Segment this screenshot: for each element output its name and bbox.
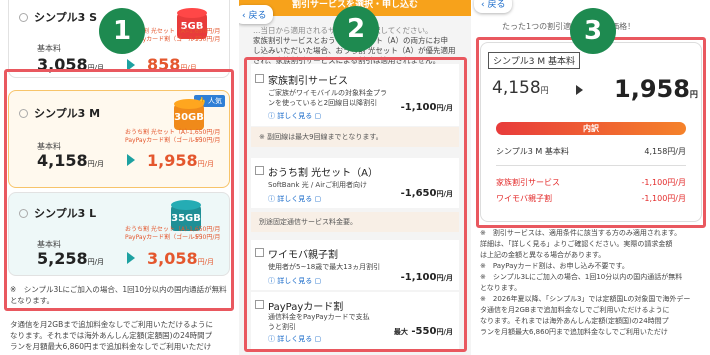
footnote: タ通信を月2GBまで追加料金なしでご利用いただけるように なります。それまでは海外…	[10, 320, 214, 351]
price-after: 1,958円	[614, 75, 698, 103]
info-note: ※ 副回線は最大9回線までとなります。	[251, 127, 459, 147]
checkbox[interactable]	[255, 74, 264, 83]
plan-card-m[interactable]: 👍 人気 シンプル3 M 30GB おうち割 光セット（A）PayPayカード割…	[8, 90, 230, 188]
plan-card-l[interactable]: シンプル3 L 35GB おうち割 光セット（A） PayPayカード割（ゴールド…	[8, 192, 230, 276]
details-link[interactable]: ⓘ 詳しく見る ▢	[268, 111, 321, 121]
checkbox[interactable]	[255, 300, 264, 309]
back-button[interactable]: ‹ 戻る	[474, 0, 513, 13]
data-capacity-icon: 30GB	[174, 104, 204, 130]
plan-name: シンプル3 S	[19, 9, 97, 25]
breakdown-row: シンプル3 M 基本料 4,158円/月	[496, 147, 686, 156]
arrow-right-icon	[127, 252, 135, 264]
step-badge-2: 2	[333, 6, 379, 52]
discount-service-panel: 割引サービスを選択・申し込む ‹ 戻る …当日から適用されるサービスを選択してく…	[239, 0, 471, 355]
footnote: ※ シンプル3Lにご加入の場合、1回10分以内の国内通話が無料 となります。	[10, 285, 227, 305]
arrow-right-icon	[127, 59, 135, 71]
arrow-right-icon	[576, 85, 583, 95]
radio-icon[interactable]	[19, 209, 28, 218]
price-before: 4,158円	[492, 78, 549, 98]
breakdown-row: 家族割引サービス -1,100円/月	[496, 178, 686, 187]
radio-icon[interactable]	[19, 13, 28, 22]
step-badge-1: 1	[99, 8, 145, 54]
details-link[interactable]: ⓘ 詳しく見る ▢	[268, 194, 321, 204]
breakdown-header: 内訳	[496, 122, 686, 135]
info-note: 別途固定通信サービス料金要。	[251, 212, 459, 232]
details-link[interactable]: ⓘ 詳しく見る ▢	[268, 276, 321, 286]
checkbox[interactable]	[255, 248, 264, 257]
details-link[interactable]: ⓘ 詳しく見る ▢	[268, 334, 321, 344]
plan-name: シンプル3 M	[19, 105, 100, 121]
divider	[496, 165, 686, 166]
step-badge-3: 3	[570, 8, 616, 54]
checkbox[interactable]	[255, 166, 264, 175]
service-option[interactable]: おうち割 光セット（A） SoftBank 光 / Airご利用者向け ⓘ 詳し…	[251, 158, 459, 208]
plan-name: シンプル3 L	[19, 205, 96, 221]
service-option[interactable]: PayPayカード割 通信料金をPayPayカードで支払 うと割引 ⓘ 詳しく見る…	[251, 292, 459, 350]
radio-icon[interactable]	[19, 109, 28, 118]
breakdown-row: ワイモバ親子割 -1,100円/月	[496, 194, 686, 203]
plan-tag: シンプル3 M 基本料	[488, 52, 580, 69]
footnotes: ※ 割引サービスは、適用条件に該当する方のみ適用されます。 詳細は、「詳しく見る」…	[480, 229, 691, 336]
service-option[interactable]: 家族割引サービス ご家族がワイモバイルの対象料金プラ ンを使っていると2回線目以降…	[251, 64, 459, 126]
service-option[interactable]: ワイモバ親子割 使用者が5~18歳で最大13ヵ月割引 ⓘ 詳しく見る ▢ -1,…	[251, 240, 459, 290]
back-button[interactable]: ‹ 戻る	[239, 5, 274, 24]
arrow-right-icon	[127, 154, 135, 166]
